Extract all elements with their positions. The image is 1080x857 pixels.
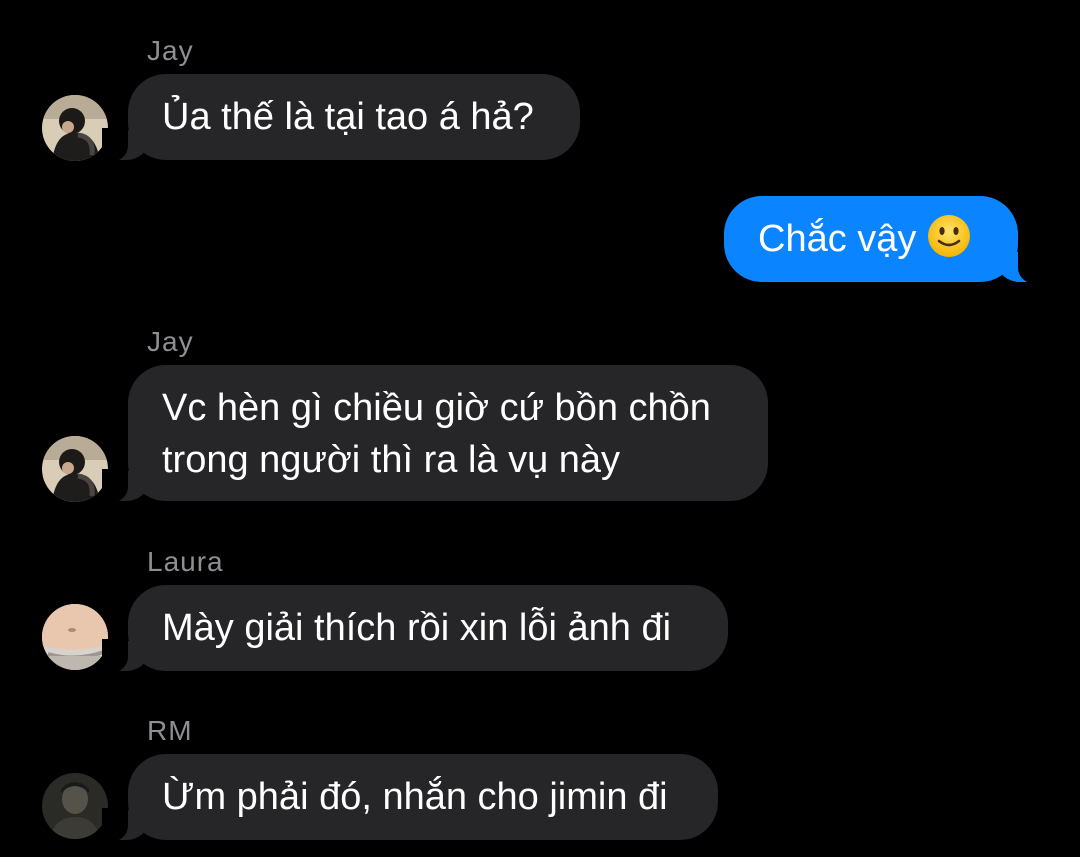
laura-avatar[interactable]: [42, 604, 108, 670]
message-bubble[interactable]: Vc hèn gì chiều giờ cứ bồn chồn trong ng…: [102, 365, 768, 503]
sender-name: Jay: [147, 35, 194, 66]
message-bubble-outgoing[interactable]: Chắc vậy: [724, 196, 1044, 284]
message-bubble[interactable]: Ủa thế là tại tao á hả?: [102, 74, 580, 162]
sender-name: Jay: [147, 326, 194, 357]
message-text: Ừm phải đó, nhắn cho jimin đi: [162, 776, 668, 818]
message-text: Chắc vậy: [758, 218, 917, 260]
message-text-line: Vc hèn gì chiều giờ cứ bồn chồn: [162, 387, 711, 429]
slightly-smiling-face-icon: [926, 213, 972, 273]
jay-avatar[interactable]: [42, 95, 108, 161]
sender-name: Laura: [147, 546, 224, 577]
message-bubble[interactable]: Ừm phải đó, nhắn cho jimin đi: [102, 754, 718, 842]
message-text: Ủa thế là tại tao á hả?: [162, 96, 534, 138]
message-bubble[interactable]: Mày giải thích rồi xin lỗi ảnh đi: [102, 585, 728, 673]
sender-name: RM: [147, 715, 193, 746]
message-text: Mày giải thích rồi xin lỗi ảnh đi: [162, 607, 672, 649]
message-text-line: trong người thì ra là vụ này: [162, 439, 621, 481]
jay-avatar[interactable]: [42, 436, 108, 502]
rm-avatar[interactable]: [42, 773, 108, 839]
